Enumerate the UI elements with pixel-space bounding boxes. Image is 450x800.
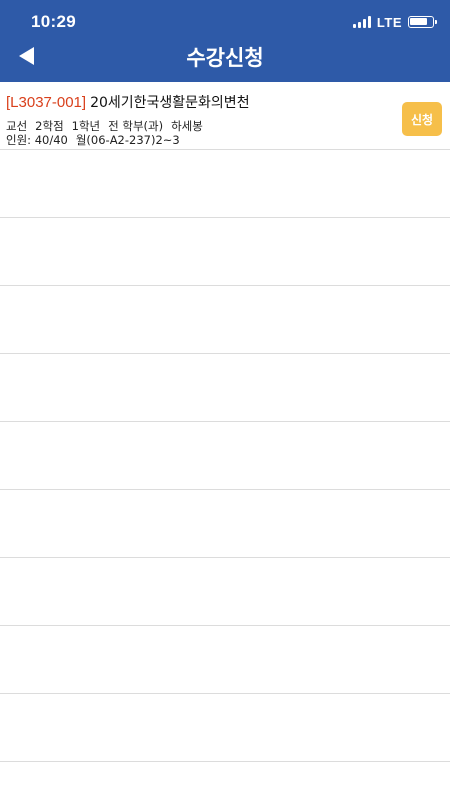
nav-bar: 수강신청 xyxy=(0,38,450,74)
empty-row xyxy=(0,150,450,218)
status-indicators: LTE xyxy=(352,14,437,30)
empty-row xyxy=(0,218,450,286)
empty-row xyxy=(0,286,450,354)
course-professor: 하세봉 xyxy=(171,119,203,133)
course-name: 20세기한국생활문화의변천 xyxy=(90,95,250,111)
empty-row xyxy=(0,490,450,558)
empty-row xyxy=(0,694,450,762)
status-time: 10:29 xyxy=(31,12,76,31)
empty-row xyxy=(0,558,450,626)
app-header: 10:29 LTE 수강신청 xyxy=(0,0,450,82)
course-list: [L3037-001] 20세기한국생활문화의변천 교선 2학점 1학년 전 학부(과)… xyxy=(0,82,450,762)
course-row[interactable]: [L3037-001] 20세기한국생활문화의변천 교선 2학점 1학년 전 학부(과)… xyxy=(0,82,450,150)
course-grade: 1학년 xyxy=(71,119,101,133)
course-title-line: [L3037-001] 20세기한국생활문화의변천 xyxy=(6,92,250,112)
empty-row xyxy=(0,626,450,694)
signal-icon xyxy=(352,16,371,28)
course-enrollment: 인원: 40/40 xyxy=(6,133,68,147)
battery-icon xyxy=(408,16,437,28)
course-enrollment-line: 인원: 40/40 월(06-A2-237)2~3 xyxy=(6,132,188,148)
course-category: 교선 xyxy=(6,119,28,133)
network-label: LTE xyxy=(376,14,402,30)
apply-button[interactable]: 신청 xyxy=(402,102,442,136)
battery-level xyxy=(410,18,427,25)
course-department: 전 학부(과) xyxy=(108,119,164,133)
course-credits: 2학점 xyxy=(35,119,64,133)
empty-row xyxy=(0,354,450,422)
course-schedule: 월(06-A2-237)2~3 xyxy=(75,133,180,147)
page-title: 수강신청 xyxy=(186,46,264,70)
course-code: [L3037-001] xyxy=(6,94,87,111)
empty-row xyxy=(0,422,450,490)
